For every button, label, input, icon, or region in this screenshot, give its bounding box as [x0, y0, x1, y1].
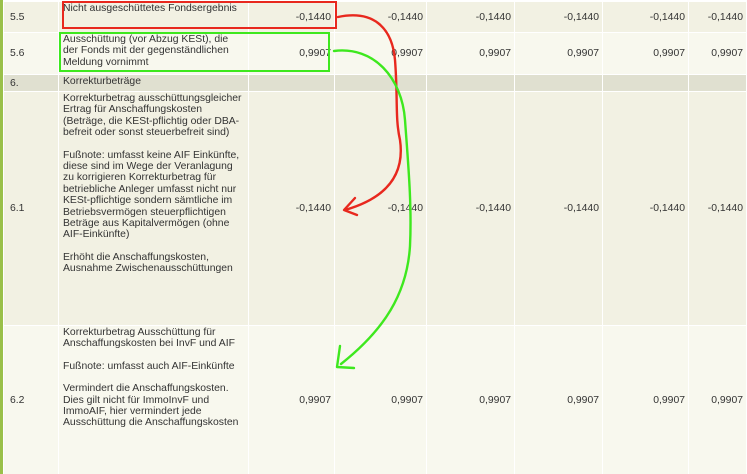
table-row: 6.2 Korrekturbetrag Ausschüttung für Ans…	[3, 325, 747, 474]
description-text: Nicht ausgeschüttetes Fondsergebnis	[63, 3, 237, 14]
row-description: Nicht ausgeschüttetes Fondsergebnis	[58, 1, 249, 33]
row-number: 6.	[3, 74, 59, 92]
value-cell	[514, 74, 603, 92]
value-cell	[334, 74, 427, 92]
row-description: Korrekturbetrag ausschüttungsgleicher Er…	[58, 91, 249, 326]
value-cell: -0,1440	[514, 1, 603, 33]
description-note: Vermindert die Anschaffungskosten. Dies …	[63, 383, 239, 429]
value-cell	[426, 74, 515, 92]
row-description: Korrekturbetrag Ausschüttung für Anschaf…	[58, 325, 249, 474]
value-cell	[602, 74, 689, 92]
value-cell: 0,9907	[602, 325, 689, 474]
value-cell: 0,9907	[514, 32, 603, 75]
footnote-text: Fußnote: umfasst auch AIF-Einkünfte	[63, 360, 235, 372]
description-text: Korrekturbetrag ausschüttungsgleicher Er…	[63, 93, 242, 139]
table-row: 5.5 Nicht ausgeschüttetes Fondsergebnis …	[3, 1, 747, 33]
description-note: Erhöht die Anschaffungskosten, Ausnahme …	[63, 251, 233, 275]
value-cell: -0,1440	[248, 91, 335, 326]
footnote-text: Fußnote: umfasst keine AIF Einkünfte, di…	[63, 149, 240, 241]
value-cell: 0,9907	[426, 32, 515, 75]
row-number: 5.5	[3, 1, 59, 33]
value-cell: 0,9907	[426, 325, 515, 474]
fund-data-table: 5.5 Nicht ausgeschüttetes Fondsergebnis …	[3, 1, 747, 474]
section-header-row: 6. Korrekturbeträge	[3, 74, 747, 92]
value-cell: -0,1440	[334, 1, 427, 33]
value-cell	[248, 74, 335, 92]
value-cell: -0,1440	[514, 91, 603, 326]
page: 5.5 Nicht ausgeschüttetes Fondsergebnis …	[0, 0, 747, 474]
row-number: 6.1	[3, 91, 59, 326]
description-text: Ausschüttung (vor Abzug KESt), die der F…	[63, 34, 229, 68]
value-cell: -0,1440	[426, 1, 515, 33]
value-cell: 0,9907	[688, 325, 747, 474]
value-cell: -0,1440	[602, 1, 689, 33]
description-text: Korrekturbeträge	[63, 76, 141, 87]
row-description: Ausschüttung (vor Abzug KESt), die der F…	[58, 32, 249, 75]
value-cell: -0,1440	[248, 1, 335, 33]
description-text: Korrekturbetrag Ausschüttung für Anschaf…	[63, 327, 235, 350]
row-number: 5.6	[3, 32, 59, 75]
value-cell: 0,9907	[514, 325, 603, 474]
value-cell: 0,9907	[334, 325, 427, 474]
value-cell	[688, 74, 747, 92]
row-number: 6.2	[3, 325, 59, 474]
table-row: 5.6 Ausschüttung (vor Abzug KESt), die d…	[3, 32, 747, 75]
value-cell: 0,9907	[688, 32, 747, 75]
value-cell: 0,9907	[602, 32, 689, 75]
value-cell: 0,9907	[334, 32, 427, 75]
section-title: Korrekturbeträge	[58, 74, 249, 92]
value-cell: 0,9907	[248, 325, 335, 474]
table-row: 6.1 Korrekturbetrag ausschüttungsgleiche…	[3, 91, 747, 326]
value-cell: -0,1440	[688, 91, 747, 326]
value-cell: -0,1440	[334, 91, 427, 326]
value-cell: -0,1440	[426, 91, 515, 326]
value-cell: -0,1440	[602, 91, 689, 326]
value-cell: 0,9907	[248, 32, 335, 75]
value-cell: -0,1440	[688, 1, 747, 33]
